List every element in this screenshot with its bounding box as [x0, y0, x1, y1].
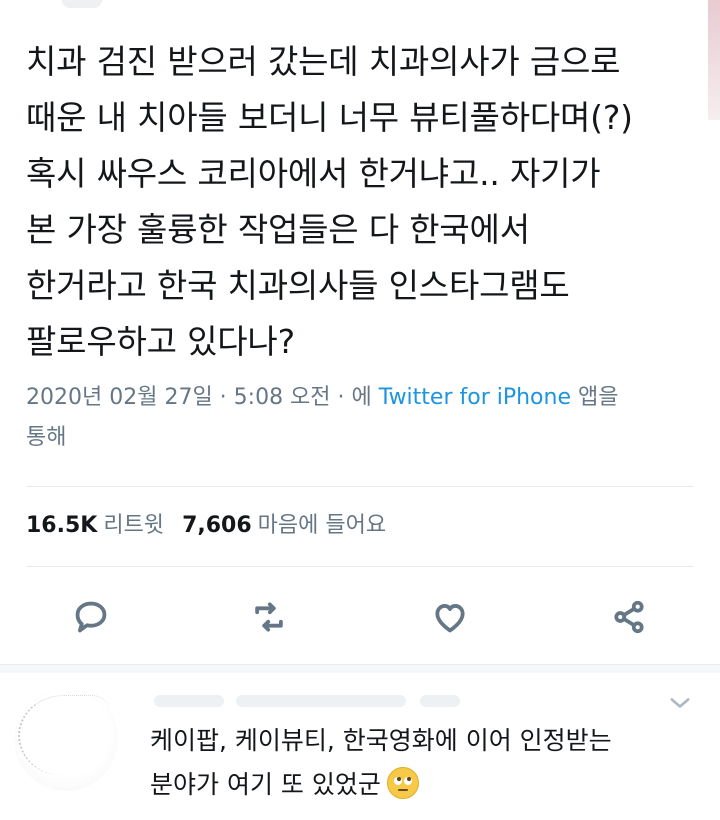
like-button[interactable] [425, 592, 475, 642]
scroll-accent [708, 0, 720, 120]
redacted-time [420, 695, 460, 707]
top-edge [0, 0, 720, 120]
reply-text: 케이팝, 케이뷰티, 한국영화에 이어 인정받는 분야가 여기 또 있었군 [150, 719, 690, 807]
tweet-timestamp: 2020년 02월 27일 · 5:08 오전 · 에 [26, 385, 379, 410]
avatar-edge-fragment [62, 0, 102, 8]
retweet-count[interactable]: 16.5K 리트윗 [26, 507, 164, 545]
section-separator [0, 664, 720, 673]
retweet-count-label: 리트윗 [103, 513, 165, 538]
retweet-arrows-icon [255, 602, 283, 632]
like-count[interactable]: 7,606 마음에 들어요 [182, 507, 386, 545]
heart-icon [435, 604, 465, 633]
reply-tweet[interactable]: 케이팝, 케이뷰티, 한국영화에 이어 인정받는 분야가 여기 또 있었군 [0, 673, 720, 820]
tweet-text: 치과 검진 받으러 갔는데 치과의사가 금으로 때운 내 치아들 보더니 너무 … [26, 42, 633, 361]
face-with-rolling-eyes-icon [386, 767, 419, 799]
more-options-button[interactable] [666, 689, 694, 717]
redacted-name [154, 695, 224, 707]
tweet-actions [0, 592, 720, 642]
avatar-sketch [18, 695, 110, 776]
share-nodes-icon [614, 600, 644, 634]
reply-bubble-icon [75, 601, 107, 633]
like-count-label: 마음에 들어요 [257, 513, 387, 538]
divider [26, 566, 694, 567]
source-link[interactable]: Twitter for iPhone [379, 385, 571, 410]
redacted-handle [236, 695, 406, 707]
tweet-stats: 16.5K 리트윗 7,606 마음에 들어요 [26, 507, 386, 545]
like-count-value: 7,606 [182, 513, 252, 538]
share-button[interactable] [604, 592, 654, 642]
reply-body: 케이팝, 케이뷰티, 한국영화에 이어 인정받는 분야가 여기 또 있었군 [150, 726, 612, 799]
retweet-count-value: 16.5K [26, 513, 98, 538]
divider [26, 486, 694, 487]
reply-author-redacted [154, 691, 474, 711]
retweet-button[interactable] [244, 592, 294, 642]
avatar[interactable] [14, 687, 118, 791]
tweet-meta: 2020년 02월 27일 · 5:08 오전 · 에 Twitter for … [26, 378, 676, 458]
reply-button[interactable] [66, 592, 116, 642]
chevron-down-icon [670, 698, 690, 708]
